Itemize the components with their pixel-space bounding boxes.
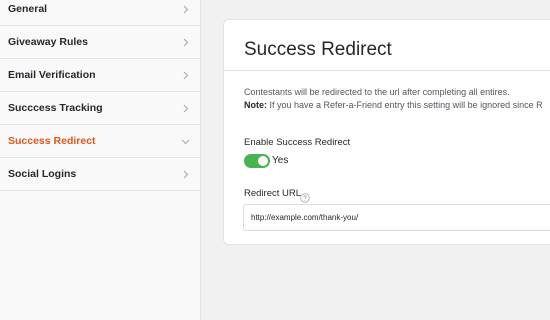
- note-label: Note:: [244, 100, 267, 110]
- chevron-right-icon: [181, 5, 190, 14]
- divider: [224, 70, 550, 71]
- sidebar-item-label: Success Redirect: [8, 135, 96, 147]
- toggle-state-text: Yes: [272, 155, 289, 166]
- note-line: Note: If you have a Refer-a-Friend entry…: [244, 99, 543, 112]
- note-text: If you have a Refer-a-Friend entry this …: [267, 100, 543, 110]
- redirect-url-input[interactable]: [243, 204, 550, 231]
- redirect-url-label: Redirect URL: [244, 188, 302, 199]
- sidebar-item-label: General: [8, 3, 48, 15]
- sidebar-item-social-logins[interactable]: Social Logins: [0, 158, 200, 191]
- chevron-right-icon: [181, 38, 190, 47]
- chevron-right-icon: [181, 104, 190, 113]
- success-redirect-panel: Success Redirect Contestants will be red…: [223, 19, 550, 245]
- chevron-down-icon: [181, 137, 190, 146]
- sidebar-item-email-verification[interactable]: Email Verification: [0, 59, 200, 92]
- help-icon[interactable]: [300, 190, 310, 203]
- sidebar-item-success-tracking[interactable]: Succcess Tracking: [0, 92, 200, 125]
- enable-redirect-toggle[interactable]: [244, 154, 270, 168]
- sidebar-item-general[interactable]: General: [0, 0, 200, 26]
- sidebar-item-giveaway-rules[interactable]: Giveaway Rules: [0, 26, 200, 59]
- sidebar-item-label: Giveaway Rules: [8, 36, 88, 48]
- description-text: Contestants will be redirected to the ur…: [244, 87, 510, 97]
- settings-sidebar: General Giveaway Rules Email Verificatio…: [0, 0, 201, 320]
- sidebar-item-success-redirect[interactable]: Success Redirect: [0, 125, 200, 158]
- panel-description: Contestants will be redirected to the ur…: [244, 86, 543, 112]
- sidebar-item-label: Social Logins: [8, 168, 77, 180]
- panel-title: Success Redirect: [244, 39, 392, 60]
- settings-main: Success Redirect Contestants will be red…: [201, 0, 550, 320]
- enable-redirect-label: Enable Success Redirect: [244, 137, 351, 148]
- chevron-right-icon: [181, 170, 190, 179]
- toggle-knob: [258, 156, 268, 166]
- chevron-right-icon: [181, 71, 190, 80]
- sidebar-item-label: Email Verification: [8, 69, 96, 81]
- sidebar-item-label: Succcess Tracking: [8, 102, 103, 114]
